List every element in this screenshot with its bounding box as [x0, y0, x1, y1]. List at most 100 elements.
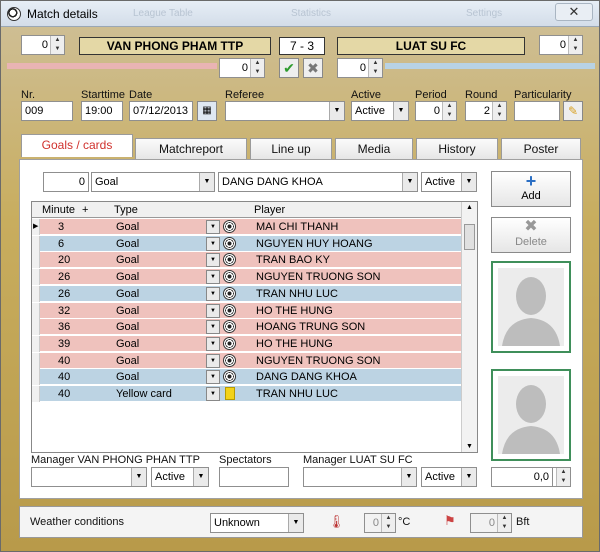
confirm-check-icon[interactable]: ✔	[279, 58, 299, 78]
tab-line-up[interactable]: Line up	[250, 138, 332, 160]
row-selector[interactable]	[32, 386, 40, 402]
away-extra-value: 0	[359, 62, 366, 74]
home-manager-select[interactable]: ▼	[31, 467, 147, 487]
spin-up-icon[interactable]: ▲	[51, 36, 64, 45]
spin-down-icon[interactable]: ▼	[557, 477, 570, 486]
row-selector[interactable]	[32, 285, 40, 302]
chevron-down-icon[interactable]: ▼	[206, 286, 220, 301]
row-selector[interactable]	[32, 302, 40, 319]
table-row[interactable]: 26 Goal ▼ NGUYEN TRUONG SON	[32, 269, 462, 286]
spin-down-icon[interactable]: ▼	[369, 68, 382, 77]
ball-icon	[223, 320, 236, 334]
ball-icon	[223, 236, 236, 250]
spin-down-icon[interactable]: ▼	[382, 523, 395, 532]
chevron-down-icon[interactable]: ▼	[206, 220, 220, 234]
away-manager-status-select[interactable]: Active ▼	[421, 467, 477, 487]
scroll-down-icon[interactable]: ▼	[462, 443, 477, 450]
chevron-down-icon[interactable]: ▼	[206, 236, 220, 251]
chevron-down-icon[interactable]: ▼	[206, 270, 220, 285]
chevron-down-icon[interactable]: ▼	[206, 303, 220, 318]
away-points-stepper[interactable]: 0 ▲ ▼	[539, 35, 583, 55]
referee-select[interactable]: ▼	[225, 101, 345, 121]
spin-down-icon[interactable]: ▼	[498, 523, 511, 532]
particularity-field[interactable]	[514, 101, 560, 121]
starttime-label: Starttime	[81, 89, 126, 101]
spin-up-icon[interactable]: ▲	[498, 514, 511, 523]
tab-history[interactable]: History	[416, 138, 498, 160]
nr-field[interactable]: 009	[21, 101, 73, 121]
tab-media[interactable]: Media	[335, 138, 413, 160]
spin-down-icon[interactable]: ▼	[443, 111, 456, 120]
chevron-down-icon[interactable]: ▼	[206, 370, 220, 385]
spin-up-icon[interactable]: ▲	[557, 468, 570, 477]
spin-up-icon[interactable]: ▲	[569, 36, 582, 45]
wind-stepper[interactable]: 0 ▲ ▼	[470, 513, 512, 533]
table-row[interactable]: 40 Goal ▼ NGUYEN TRUONG SON	[32, 352, 462, 369]
table-row[interactable]: 26 Goal ▼ TRAN NHU LUC	[32, 285, 462, 302]
away-manager-select[interactable]: ▼	[303, 467, 417, 487]
tab-matchreport[interactable]: Matchreport	[135, 138, 247, 160]
events-grid[interactable]: Minute + Type Player ▶ 3 Goal ▼ MAI CHI THAN…	[31, 201, 478, 453]
table-row[interactable]: 32 Goal ▼ HO THE HUNG	[32, 302, 462, 319]
weather-select[interactable]: Unknown ▼	[210, 513, 304, 533]
row-selector[interactable]	[32, 252, 40, 269]
pencil-icon[interactable]: ✎	[563, 101, 583, 121]
spin-down-icon[interactable]: ▼	[569, 45, 582, 54]
table-row[interactable]: ▶ 3 Goal ▼ MAI CHI THANH	[32, 219, 462, 235]
tab-goals-cards[interactable]: Goals / cards	[21, 134, 133, 157]
round-stepper[interactable]: 2 ▲ ▼	[465, 101, 507, 121]
away-extra-stepper[interactable]: 0 ▲ ▼	[337, 58, 383, 78]
row-selector[interactable]	[32, 269, 40, 286]
row-selector[interactable]	[32, 235, 40, 252]
scroll-up-icon[interactable]: ▲	[462, 204, 477, 211]
tab-poster[interactable]: Poster	[501, 138, 581, 160]
home-extra-stepper[interactable]: 0 ▲ ▼	[219, 58, 265, 78]
home-manager-status-select[interactable]: Active ▼	[151, 467, 209, 487]
status-select[interactable]: Active ▼	[421, 172, 477, 192]
table-row[interactable]: 39 Goal ▼ HO THE HUNG	[32, 335, 462, 352]
close-button[interactable]: ✕	[555, 3, 593, 21]
spin-down-icon[interactable]: ▼	[493, 111, 506, 120]
grid-scrollbar[interactable]: ▲ ▼	[461, 202, 477, 452]
temperature-stepper[interactable]: 0 ▲ ▼	[364, 513, 396, 533]
spin-down-icon[interactable]: ▼	[251, 68, 264, 77]
calendar-icon[interactable]: ▦	[197, 101, 217, 121]
row-selector[interactable]	[32, 369, 40, 386]
spin-up-icon[interactable]: ▲	[369, 59, 382, 68]
row-selector[interactable]	[32, 319, 40, 336]
spin-up-icon[interactable]: ▲	[251, 59, 264, 68]
rating-stepper[interactable]: ▲ ▼	[553, 467, 571, 487]
home-points-stepper[interactable]: 0 ▲ ▼	[21, 35, 65, 55]
spin-down-icon[interactable]: ▼	[51, 45, 64, 54]
delete-button[interactable]: ✖ Delete	[491, 217, 571, 253]
row-selector[interactable]	[32, 335, 40, 352]
chevron-down-icon[interactable]: ▼	[206, 353, 220, 368]
row-selector[interactable]	[32, 352, 40, 369]
period-stepper[interactable]: 0 ▲ ▼	[415, 101, 457, 121]
cancel-x-icon[interactable]: ✖	[303, 58, 323, 78]
row-selector[interactable]: ▶	[32, 219, 40, 235]
chevron-down-icon[interactable]: ▼	[206, 320, 220, 335]
spin-up-icon[interactable]: ▲	[443, 102, 456, 111]
title-bar: Match details League Table Statistics Se…	[1, 1, 599, 27]
add-button[interactable]: + Add	[491, 171, 571, 207]
spin-up-icon[interactable]: ▲	[493, 102, 506, 111]
scroll-thumb[interactable]	[464, 224, 475, 250]
chevron-down-icon[interactable]: ▼	[206, 387, 220, 401]
active-select[interactable]: Active ▼	[351, 101, 409, 121]
date-field[interactable]: 07/12/2013	[129, 101, 193, 121]
chevron-down-icon[interactable]: ▼	[206, 253, 220, 268]
spin-up-icon[interactable]: ▲	[382, 514, 395, 523]
spectators-field[interactable]	[219, 467, 289, 487]
table-row[interactable]: 20 Goal ▼ TRAN BAO KY	[32, 252, 462, 269]
event-number-field[interactable]: 0	[43, 172, 89, 192]
table-row[interactable]: 40 Yellow card ▼ TRAN NHU LUC	[32, 386, 462, 402]
rating-field[interactable]: 0,0	[491, 467, 553, 487]
starttime-field[interactable]: 19:00	[81, 101, 123, 121]
table-row[interactable]: 40 Goal ▼ DANG DANG KHOA	[32, 369, 462, 386]
table-row[interactable]: 6 Goal ▼ NGUYEN HUY HOANG	[32, 235, 462, 252]
chevron-down-icon[interactable]: ▼	[206, 336, 220, 351]
table-row[interactable]: 36 Goal ▼ HOANG TRUNG SON	[32, 319, 462, 336]
player-select[interactable]: DANG DANG KHOA ▼	[218, 172, 418, 192]
event-type-select[interactable]: Goal ▼	[91, 172, 215, 192]
